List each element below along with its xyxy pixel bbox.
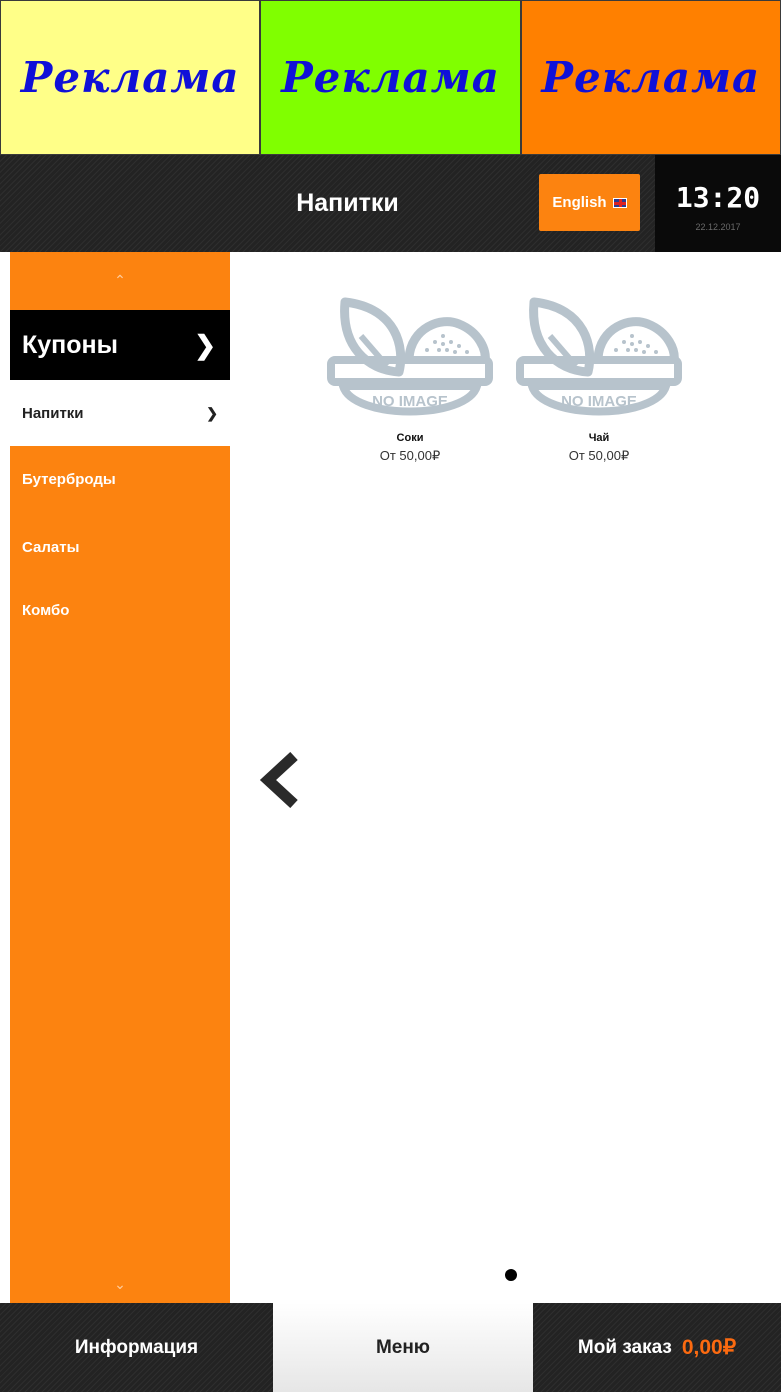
sidebar-item-coupons[interactable]: Купоны ❯ [10,310,230,380]
order-total: 0,00₽ [681,1336,737,1359]
sidebar-item-label: Купоны [22,330,118,359]
clock-date: 22.12.2017 [695,222,741,232]
chevron-down-icon[interactable]: ⌄ [10,1276,230,1293]
ad-banner-row: Реклама Реклама Реклама [0,0,781,155]
clock: 13:20 22.12.2017 [655,155,781,252]
sidebar-item-salads[interactable]: Салаты [10,514,230,580]
ad-banner[interactable]: Реклама [260,0,521,155]
info-button[interactable]: Информация [0,1303,273,1392]
product-card[interactable]: NO IMAGE Соки От 50,00₽ [320,288,500,464]
chevron-right-icon: ❯ [206,404,218,421]
no-image-placeholder-icon: NO IMAGE [516,297,682,416]
product-grid: NO IMAGE Соки От 50,00₽ NO IMAGE Чай От … [230,252,781,1303]
language-label: English [552,194,607,211]
pagination-dot[interactable] [505,1269,517,1281]
no-image-placeholder-icon: NO IMAGE [327,297,493,416]
product-price: От 50,00₽ [568,448,630,463]
no-image-text: NO IMAGE [372,393,448,410]
language-button[interactable]: English [539,174,640,231]
no-image-text: NO IMAGE [561,393,637,410]
sidebar-item-label: Напитки [22,404,84,422]
uk-flag-icon [612,197,627,208]
chevron-left-icon[interactable] [258,752,302,808]
product-card[interactable]: NO IMAGE Чай От 50,00₽ [509,288,689,464]
product-price: От 50,00₽ [379,448,441,463]
ad-banner[interactable]: Реклама [520,0,781,155]
chevron-up-icon[interactable]: ⌃ [10,252,230,308]
info-label: Информация [74,1336,199,1358]
sidebar-item-sandwiches[interactable]: Бутерброды [10,446,230,512]
category-sidebar: ⌃ Купоны ❯ Напитки ❯ Бутерброды Салаты К… [10,252,230,1303]
sidebar-item-drinks[interactable]: Напитки ❯ [10,380,230,446]
page-title: Напитки [296,189,399,217]
product-name: Соки [396,432,424,444]
sidebar-item-label: Салаты [22,538,80,556]
product-name: Чай [588,432,610,444]
clock-time: 13:20 [675,181,761,214]
sidebar-item-label: Комбо [22,601,70,619]
menu-label: Меню [375,1336,431,1358]
footer-bar: Информация Меню Мой заказ 0,00₽ [0,1303,781,1392]
chevron-right-icon: ❯ [194,329,216,360]
menu-button[interactable]: Меню [273,1303,533,1392]
ad-banner[interactable]: Реклама [0,0,261,155]
my-order-button[interactable]: Мой заказ 0,00₽ [533,1303,781,1392]
sidebar-item-combo[interactable]: Комбо [10,577,230,643]
sidebar-item-label: Бутерброды [22,470,116,488]
order-label: Мой заказ [577,1336,672,1358]
